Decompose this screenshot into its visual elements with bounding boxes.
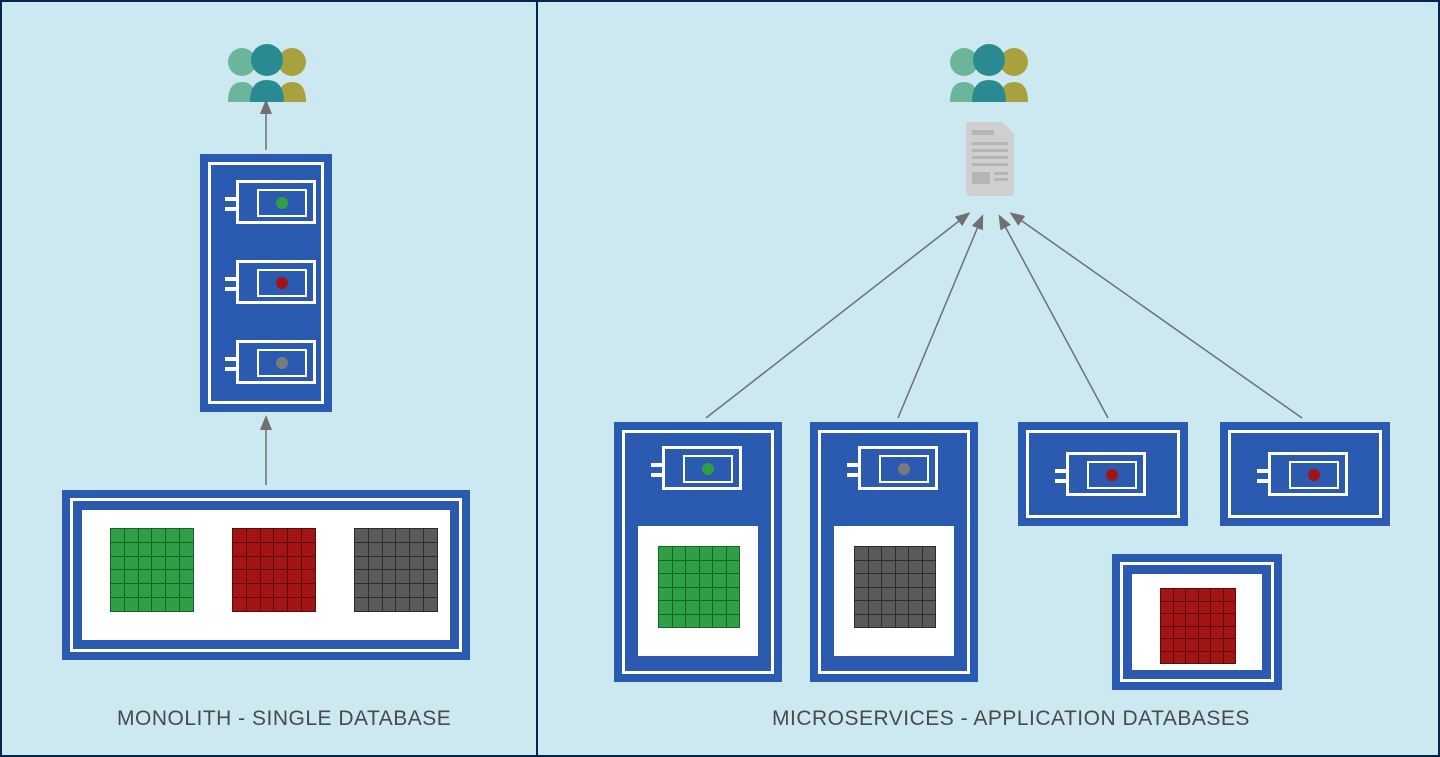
service-grey-panel bbox=[810, 422, 978, 682]
service-red-a-panel bbox=[1018, 422, 1188, 526]
module-dot-red bbox=[1308, 469, 1320, 481]
monolith-module-red bbox=[236, 260, 316, 304]
module-dot-grey bbox=[276, 357, 288, 369]
module-dot-green bbox=[276, 197, 288, 209]
monolith-app-panel bbox=[200, 154, 332, 412]
vertical-divider bbox=[536, 2, 538, 755]
table-grey bbox=[354, 528, 436, 610]
table-green bbox=[110, 528, 192, 610]
service-module-red-b bbox=[1268, 452, 1348, 496]
microservices-caption: MICROSERVICES - APPLICATION DATABASES bbox=[772, 707, 1250, 731]
api-gateway-icon bbox=[960, 120, 1020, 198]
service-module-green bbox=[662, 446, 742, 490]
module-dot-red bbox=[276, 277, 288, 289]
users-icon bbox=[934, 42, 1044, 102]
users-icon bbox=[212, 42, 322, 102]
shared-red-db bbox=[1160, 588, 1234, 662]
monolith-caption: MONOLITH - SINGLE DATABASE bbox=[117, 707, 451, 731]
service-green-panel bbox=[614, 422, 782, 682]
service-green-db bbox=[658, 546, 738, 626]
service-module-grey bbox=[858, 446, 938, 490]
service-grey-db bbox=[854, 546, 934, 626]
shared-red-db-panel bbox=[1112, 554, 1282, 690]
service-red-b-panel bbox=[1220, 422, 1390, 526]
module-dot-green bbox=[702, 463, 714, 475]
monolith-database-panel bbox=[62, 490, 470, 660]
service-module-red-a bbox=[1066, 452, 1146, 496]
monolith-module-green bbox=[236, 180, 316, 224]
table-red bbox=[232, 528, 314, 610]
module-dot-grey bbox=[898, 463, 910, 475]
module-dot-red bbox=[1106, 469, 1118, 481]
monolith-module-grey bbox=[236, 340, 316, 384]
